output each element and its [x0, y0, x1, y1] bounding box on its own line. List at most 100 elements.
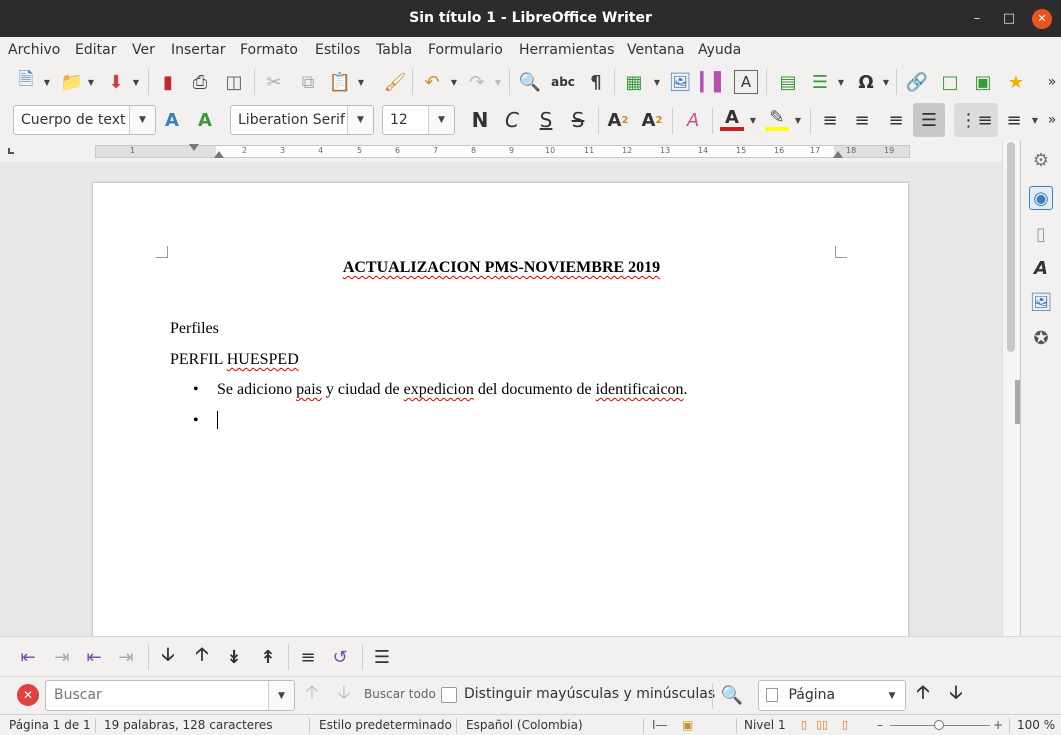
book-view-icon[interactable]: ▯: [842, 718, 848, 731]
document-page[interactable]: ACTUALIZACION PMS-NOVIEMBRE 2019 Perfile…: [92, 182, 909, 636]
new-style-icon[interactable]: A: [193, 108, 217, 132]
paragraph-perfil-huesped[interactable]: PERFIL HUESPED: [170, 351, 299, 369]
open-folder-icon[interactable]: 📁: [60, 70, 84, 94]
vertical-scrollbar[interactable]: [1002, 140, 1020, 636]
move-up-subpoints-icon[interactable]: ↟: [256, 645, 280, 669]
document-area[interactable]: ACTUALIZACION PMS-NOVIEMBRE 2019 Perfile…: [0, 162, 1002, 636]
print-preview-icon[interactable]: ◫: [222, 70, 246, 94]
align-right-icon[interactable]: ≡: [884, 108, 908, 132]
styles-icon[interactable]: A: [1029, 256, 1053, 280]
clone-formatting-icon[interactable]: 🖌: [383, 70, 407, 94]
print-icon[interactable]: ⎙: [188, 70, 212, 94]
insert-image-icon[interactable]: 🖼: [668, 70, 692, 94]
strikethrough-icon[interactable]: S: [566, 108, 590, 132]
scrollbar-thumb[interactable]: [1007, 142, 1015, 352]
paragraph-perfiles[interactable]: Perfiles: [170, 320, 219, 338]
menu-ver[interactable]: Ver: [132, 42, 155, 58]
find-replace-icon[interactable]: 🔍: [720, 683, 744, 707]
menu-insertar[interactable]: Insertar: [171, 42, 226, 58]
demote-outline-icon[interactable]: ⇥: [50, 645, 74, 669]
insert-page-break-icon[interactable]: ▤: [776, 70, 800, 94]
field-dropdown-icon[interactable]: ▼: [836, 70, 846, 94]
zoom-slider-thumb[interactable]: [934, 720, 944, 730]
insert-unnumbered-entry-icon[interactable]: ≡: [296, 645, 320, 669]
minimize-icon[interactable]: –: [967, 9, 987, 29]
single-page-view-icon[interactable]: ▯: [801, 718, 807, 731]
font-name-combo[interactable]: Liberation Serif ▼: [230, 105, 374, 135]
gear-icon[interactable]: ⚙: [1029, 148, 1053, 172]
search-input[interactable]: [54, 687, 254, 703]
left-indent-marker[interactable]: [214, 151, 224, 158]
subscript-icon[interactable]: A2: [640, 108, 664, 132]
insert-chart-icon[interactable]: ▎▌: [700, 70, 728, 94]
move-down-subpoints-icon[interactable]: ↡: [222, 645, 246, 669]
find-next-icon[interactable]: 🡣: [332, 682, 356, 707]
paste-icon[interactable]: 📋: [328, 70, 352, 94]
insert-footnote-icon[interactable]: □: [938, 70, 962, 94]
zoom-out-icon[interactable]: –: [877, 718, 883, 732]
paste-dropdown-icon[interactable]: ▼: [356, 70, 366, 94]
selection-mode-icon[interactable]: ▣: [682, 718, 693, 732]
restart-numbering-icon[interactable]: ↺: [328, 645, 352, 669]
chevron-down-icon[interactable]: ▼: [428, 106, 454, 134]
insert-table-icon[interactable]: ▦: [622, 70, 646, 94]
insert-field-icon[interactable]: ☰: [808, 70, 832, 94]
numbered-list-icon[interactable]: ≡: [1002, 108, 1026, 132]
zoom-in-icon[interactable]: +: [993, 718, 1003, 732]
find-replace-icon[interactable]: 🔍: [518, 70, 542, 94]
move-up-icon[interactable]: 🡡: [190, 644, 214, 669]
more-toolbar-icon[interactable]: »: [1040, 70, 1061, 94]
copy-icon[interactable]: ⧉: [296, 70, 320, 94]
table-dropdown-icon[interactable]: ▼: [652, 70, 662, 94]
move-down-icon[interactable]: 🡣: [156, 644, 180, 669]
match-case-label[interactable]: Distinguir mayúsculas y minúsculas: [464, 686, 715, 702]
bullet-item-1[interactable]: Se adiciono pais y ciudad de expedicion …: [217, 381, 688, 399]
maximize-icon[interactable]: □: [999, 9, 1019, 29]
new-dropdown-icon[interactable]: ▼: [42, 70, 52, 94]
save-icon[interactable]: ⬇: [104, 70, 128, 94]
menu-formato[interactable]: Formato: [240, 42, 298, 58]
numbered-list-dropdown-icon[interactable]: ▼: [1030, 108, 1040, 132]
underline-icon[interactable]: S: [534, 108, 558, 132]
menu-archivo[interactable]: Archivo: [8, 42, 60, 58]
export-pdf-icon[interactable]: ▮: [156, 70, 180, 94]
menu-ventana[interactable]: Ventana: [627, 42, 685, 58]
insert-textbox-icon[interactable]: A: [734, 70, 758, 94]
open-dropdown-icon[interactable]: ▼: [86, 70, 96, 94]
promote-outline-icon[interactable]: ⇤: [16, 645, 40, 669]
demote-chapter-icon[interactable]: ⇥: [114, 645, 138, 669]
promote-chapter-icon[interactable]: ⇤: [82, 645, 106, 669]
insert-mode-icon[interactable]: I—: [652, 718, 668, 732]
zoom-level[interactable]: 100 %: [1017, 718, 1055, 732]
menu-editar[interactable]: Editar: [75, 42, 116, 58]
font-color-dropdown-icon[interactable]: ▼: [748, 108, 758, 132]
undo-icon[interactable]: ↶: [420, 70, 444, 94]
page-count[interactable]: Página 1 de 1: [9, 718, 91, 732]
paragraph-style-combo[interactable]: Cuerpo de text ▼: [13, 105, 156, 135]
multi-page-view-icon[interactable]: ▯▯: [816, 718, 828, 731]
bullets-numbering-settings-icon[interactable]: ☰: [370, 645, 394, 669]
align-left-icon[interactable]: ≡: [818, 108, 842, 132]
update-style-icon[interactable]: A: [160, 108, 184, 132]
highlight-icon[interactable]: ✎: [765, 107, 789, 131]
menu-herramientas[interactable]: Herramientas: [519, 42, 614, 58]
align-center-icon[interactable]: ≡: [850, 108, 874, 132]
insert-hyperlink-icon[interactable]: 🔗: [905, 70, 929, 94]
undo-dropdown-icon[interactable]: ▼: [449, 70, 459, 94]
horizontal-ruler[interactable]: 1 2 3 4 5 6 7 8 9 10 11 12 13 14 15 16 1…: [95, 144, 910, 158]
bold-icon[interactable]: N: [468, 108, 492, 132]
highlight-dropdown-icon[interactable]: ▼: [793, 108, 803, 132]
more-toolbar-icon[interactable]: »: [1040, 108, 1061, 132]
chevron-down-icon[interactable]: ▼: [879, 681, 905, 710]
search-combo[interactable]: ▼: [45, 680, 295, 711]
superscript-icon[interactable]: A2: [606, 108, 630, 132]
menu-formulario[interactable]: Formulario: [428, 42, 503, 58]
special-character-icon[interactable]: Ω: [854, 70, 878, 94]
gallery-icon[interactable]: 🖼: [1029, 290, 1053, 314]
formatting-marks-icon[interactable]: ¶: [584, 70, 608, 94]
close-find-bar-icon[interactable]: ✕: [17, 684, 39, 706]
page-icon[interactable]: ▯: [1029, 222, 1053, 246]
font-size-combo[interactable]: 12 ▼: [382, 105, 455, 135]
chevron-down-icon[interactable]: ▼: [129, 106, 155, 134]
find-all-button[interactable]: Buscar todo: [364, 687, 436, 701]
